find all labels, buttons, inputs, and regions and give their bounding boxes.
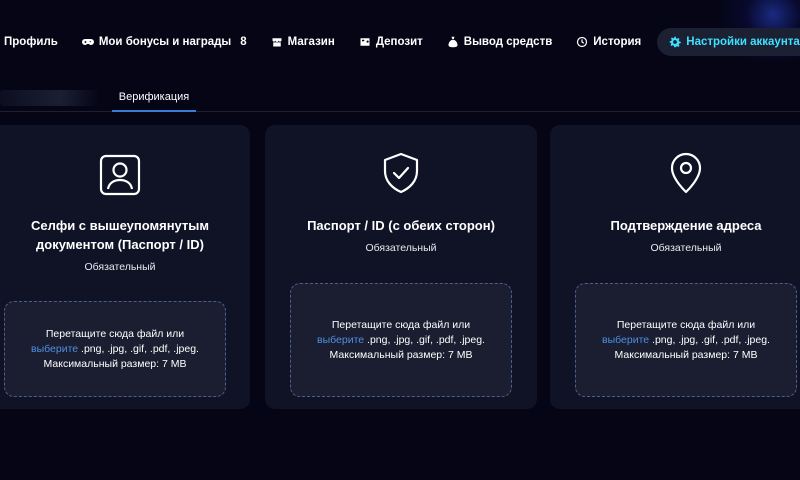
choose-file-link[interactable]: выберите xyxy=(317,334,364,346)
nav-withdraw-label: Вывод средств xyxy=(463,36,553,48)
nav-deposit-label: Депозит xyxy=(375,36,423,48)
nav-profile-label: Профиль xyxy=(4,36,58,48)
card-title-line: Селфи с вышеупомянутым xyxy=(30,218,210,233)
nav-profile[interactable]: Профиль xyxy=(0,28,70,56)
id-card-icon xyxy=(99,154,141,196)
file-dropzone[interactable]: Перетащите сюда файл или выберите .png, … xyxy=(290,283,512,397)
nav-history[interactable]: История xyxy=(564,28,653,56)
account-nav: Профиль Мои бонусы и награды 8 Магазин Д… xyxy=(0,26,800,58)
verification-card-passport: Паспорт / ID (с обеих сторон) Обязательн… xyxy=(265,125,537,409)
nav-shop-label: Магазин xyxy=(287,36,335,48)
nav-deposit[interactable]: Депозит xyxy=(347,28,435,56)
dropzone-formats: .png, .jpg, .gif, .pdf, .jpeg. xyxy=(81,342,199,355)
nav-shop[interactable]: Магазин xyxy=(259,28,347,56)
shield-check-icon xyxy=(383,152,419,194)
dropzone-instruction: Перетащите сюда файл или xyxy=(616,318,756,331)
tab-faded[interactable] xyxy=(0,90,100,106)
dropzone-max-size: Максимальный размер: 7 MB xyxy=(43,357,187,370)
money-bag-icon xyxy=(448,36,458,48)
dropzone-formats: .png, .jpg, .gif, .pdf, .jpeg. xyxy=(652,333,770,346)
card-title: Паспорт / ID (с обеих сторон) xyxy=(307,218,495,233)
nav-account-settings[interactable]: Настройки аккаунта xyxy=(657,28,800,56)
bonuses-count-badge: 8 xyxy=(240,36,247,48)
choose-file-link[interactable]: выберите xyxy=(31,343,78,355)
dropzone-formats: .png, .jpg, .gif, .pdf, .jpeg. xyxy=(367,333,485,346)
dropzone-instruction: Перетащите сюда файл или xyxy=(331,318,471,331)
dropzone-instruction: Перетащите сюда файл или xyxy=(45,327,185,340)
verification-card-selfie: Селфи с вышеупомянутым документом (Паспо… xyxy=(0,125,250,409)
required-label: Обязательный xyxy=(650,242,722,254)
file-dropzone[interactable]: Перетащите сюда файл или выберите .png, … xyxy=(575,283,797,397)
history-icon xyxy=(577,36,588,48)
card-title-line: документом (Паспорт / ID) xyxy=(36,237,204,252)
required-label: Обязательный xyxy=(365,242,437,254)
nav-bonuses[interactable]: Мои бонусы и награды 8 xyxy=(70,28,259,56)
deposit-icon xyxy=(360,38,370,46)
location-pin-icon xyxy=(670,152,702,194)
nav-history-label: История xyxy=(593,36,642,48)
shop-icon xyxy=(272,38,282,47)
nav-bonuses-label: Мои бонусы и награды xyxy=(98,36,232,48)
nav-account-settings-label: Настройки аккаунта xyxy=(686,36,800,48)
gear-icon xyxy=(670,36,681,48)
verification-card-address: Подтверждение адреса Обязательный Перета… xyxy=(550,125,800,409)
file-dropzone[interactable]: Перетащите сюда файл или выберите .png, … xyxy=(4,301,226,397)
dropzone-max-size: Максимальный размер: 7 MB xyxy=(614,348,758,361)
choose-file-link[interactable]: выберите xyxy=(602,334,649,346)
card-title: Селфи с вышеупомянутым документом (Паспо… xyxy=(0,216,250,254)
required-label: Обязательный xyxy=(84,261,156,273)
tab-verification[interactable]: Верификация xyxy=(112,86,196,112)
dropzone-max-size: Максимальный размер: 7 MB xyxy=(329,348,473,361)
nav-withdraw[interactable]: Вывод средств xyxy=(435,28,564,56)
gamepad-icon xyxy=(81,39,94,45)
settings-subtabs: Верификация xyxy=(0,86,800,112)
card-title: Подтверждение адреса xyxy=(610,218,762,233)
